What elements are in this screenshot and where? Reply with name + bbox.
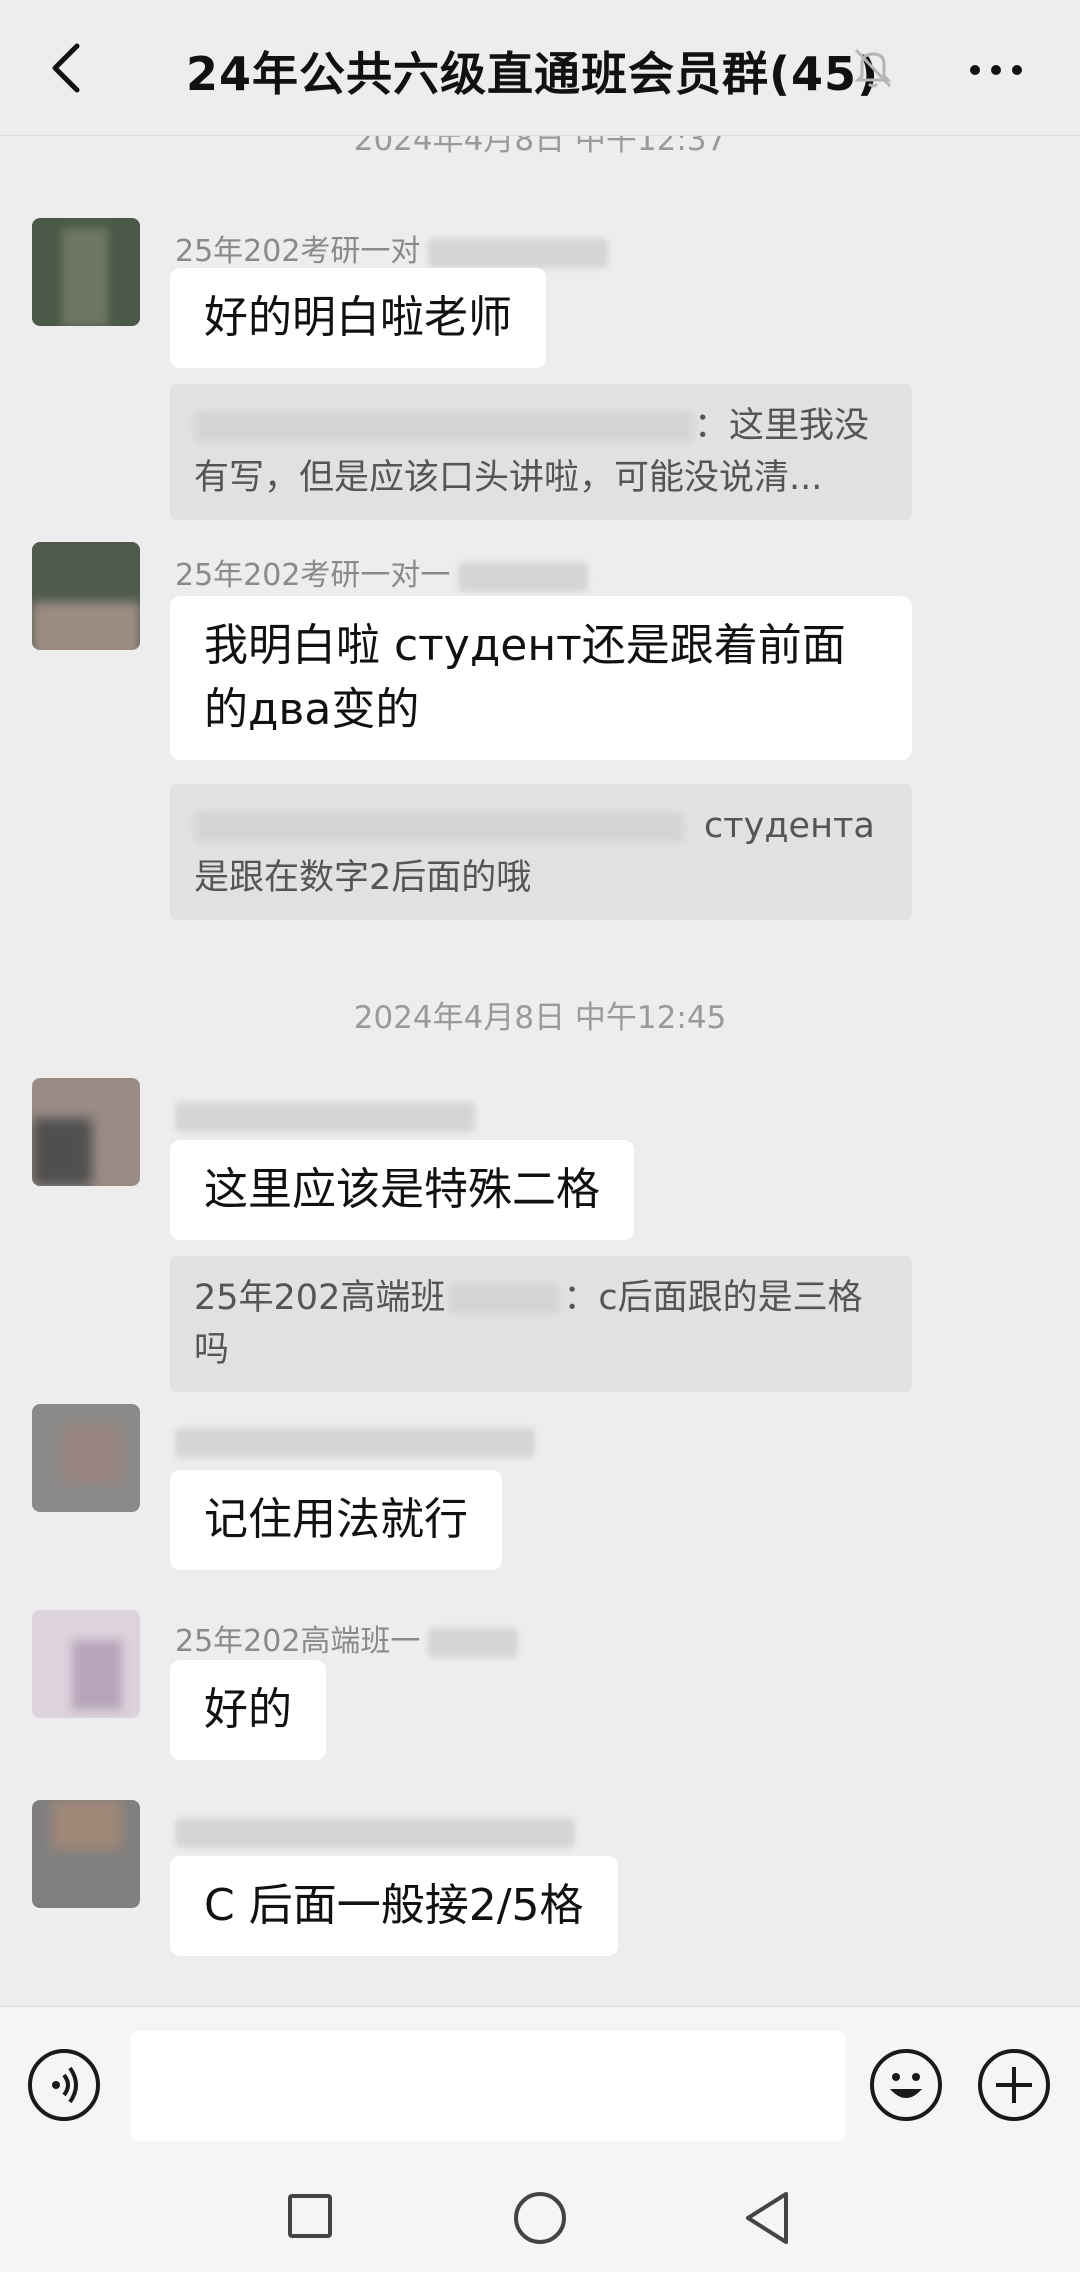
plus-icon (996, 2067, 1032, 2103)
more-options-button[interactable] (970, 50, 1040, 90)
nav-back-icon[interactable] (742, 2190, 792, 2246)
more-attachments-button[interactable] (978, 2049, 1050, 2121)
message-bubble[interactable]: C 后面一般接2/5格 (170, 1856, 618, 1956)
system-nav-bar (0, 2164, 1080, 2272)
message-bubble[interactable]: 记住用法就行 (170, 1470, 502, 1570)
back-button[interactable] (36, 36, 96, 100)
quoted-message[interactable]: ：这里我没 有写，但是应该口头讲啦，可能没说清... (170, 384, 912, 520)
group-title: 24年公共六级直通班会员群(45) (186, 47, 880, 101)
sender-name: 25年202考研一对 (175, 226, 609, 270)
chevron-left-icon (52, 43, 80, 93)
chat-scroll-area[interactable]: 2024年4月8日 中午12:37 25年202考研一对 好的明白啦老师 ：这里… (0, 136, 1080, 2006)
emoji-button[interactable] (870, 2049, 942, 2121)
sender-name (175, 1814, 575, 1849)
voice-input-button[interactable] (28, 2049, 100, 2121)
avatar[interactable] (32, 1404, 140, 1512)
sender-name: 25年202考研一对一 (175, 550, 589, 594)
avatar[interactable] (32, 1610, 140, 1718)
chat-header: 24年公共六级直通班会员群(45) (0, 0, 1080, 136)
quoted-message[interactable]: 25年202高端班 ：c后面跟的是三格 吗 (170, 1256, 912, 1392)
dot-icon (991, 65, 1001, 75)
recent-apps-button[interactable] (288, 2194, 332, 2238)
avatar[interactable] (32, 1800, 140, 1908)
sender-name (175, 1098, 475, 1133)
message-bubble[interactable]: 好的明白啦老师 (170, 268, 546, 368)
mute-bell-icon (854, 48, 892, 88)
avatar[interactable] (32, 218, 140, 326)
smiley-icon (890, 2073, 922, 2098)
message-bubble[interactable]: 好的 (170, 1660, 326, 1760)
voice-icon (52, 2066, 78, 2104)
avatar[interactable] (32, 542, 140, 650)
home-button[interactable] (514, 2192, 566, 2244)
dot-icon (970, 65, 980, 75)
message-input[interactable] (130, 2031, 846, 2141)
sender-name: 25年202高端班一 (175, 1616, 519, 1660)
quoted-message[interactable]: студента 是跟在数字2后面的哦 (170, 784, 912, 920)
message-bubble[interactable]: 我明白啦 студент还是跟着前面 的два变的 (170, 596, 912, 760)
dot-icon (1012, 65, 1022, 75)
timestamp: 2024年4月8日 中午12:37 (353, 136, 727, 158)
sender-name (175, 1424, 535, 1459)
message-bubble[interactable]: 这里应该是特殊二格 (170, 1140, 634, 1240)
input-bar (0, 2006, 1080, 2164)
timestamp: 2024年4月8日 中午12:45 (353, 1000, 727, 1036)
avatar[interactable] (32, 1078, 140, 1186)
